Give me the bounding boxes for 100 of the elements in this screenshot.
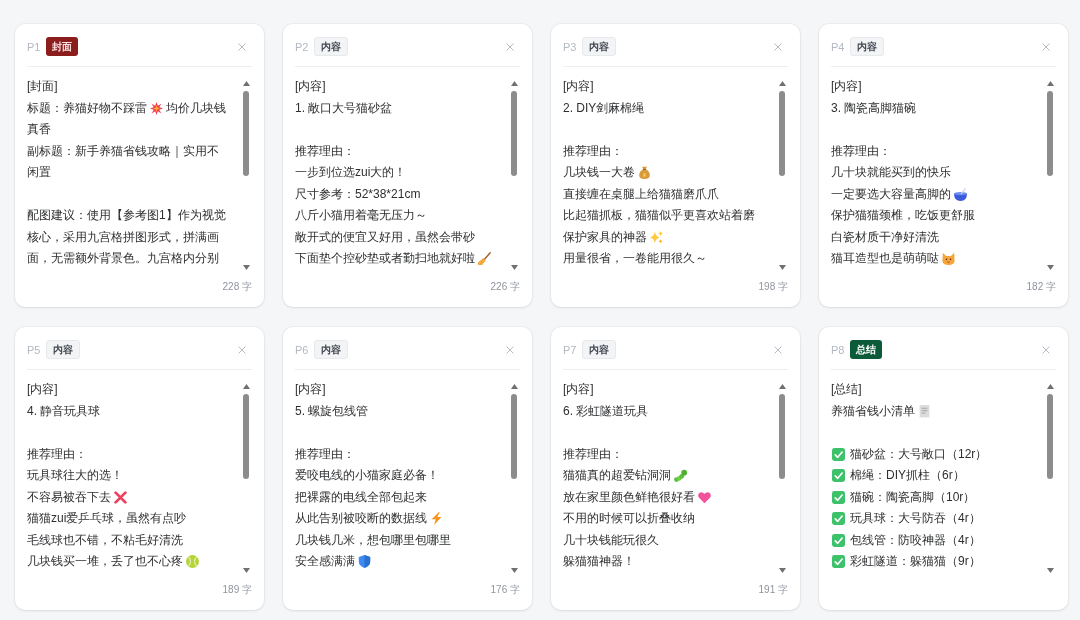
text-line: 从此告别被咬断的数据线	[295, 510, 427, 527]
scroll-down-icon[interactable]	[242, 265, 250, 270]
char-count: 198 字	[758, 280, 788, 294]
text-line: 保护猫猫颈椎，吃饭更舒服	[831, 207, 975, 224]
text-line: 4. 静音玩具球	[27, 402, 101, 420]
scrollbar-thumb[interactable]	[243, 91, 249, 176]
check-mark-icon	[832, 512, 845, 526]
text-line: [内容]	[563, 78, 594, 95]
scroll-down-icon[interactable]	[242, 568, 250, 573]
scroll-up-icon[interactable]	[778, 384, 786, 389]
caterpillar-icon	[674, 469, 687, 483]
char-count: 226 字	[490, 280, 520, 294]
check-mark-icon	[832, 469, 845, 483]
scroll-up-icon[interactable]	[242, 81, 250, 86]
text-line: 一定要选大容量高脚的	[831, 185, 951, 203]
type-tag: 内容	[314, 340, 349, 359]
text-line: [内容]	[295, 78, 326, 95]
text-line: 敞开式的便宜又好用，虽然会带砂	[295, 228, 475, 246]
text-line: [内容]	[831, 78, 862, 95]
text-line: 养猫省钱小清单	[831, 402, 915, 420]
burst-icon	[150, 101, 163, 115]
tennis-ball-icon	[186, 555, 199, 569]
text-line: 猫猫zui爱乒乓球，虽然有点吵	[27, 510, 187, 527]
scrollbar-thumb[interactable]	[511, 394, 517, 479]
bowl-icon	[954, 187, 967, 201]
page-number: P7	[563, 342, 577, 357]
text-line: 一步到位选zui大的！	[295, 164, 407, 181]
text-line: 白瓷材质干净好清洗	[831, 228, 939, 246]
checklist-item: 玩具球：大号防吞（4r）	[850, 510, 981, 527]
text-line: 保护家具的神器	[563, 228, 647, 246]
type-tag: 内容	[314, 37, 349, 56]
checklist-item: 猫砂盆：大号敞口（12r）	[850, 445, 988, 463]
checklist-item: 棉绳：DIY抓柱（6r）	[850, 467, 965, 484]
text-line: 标题：养猫好物不踩雷	[27, 99, 147, 117]
text-line: 玩具球往大的选！	[27, 467, 123, 484]
text-line: 推荐理由：	[27, 445, 87, 463]
scroll-up-icon[interactable]	[242, 384, 250, 389]
text-line: 比起猫抓板，猫猫似乎更喜欢站着磨	[563, 207, 755, 224]
scrollbar-thumb[interactable]	[779, 394, 785, 479]
scrollbar-thumb[interactable]	[511, 91, 517, 176]
type-tag: 内容	[46, 340, 81, 359]
char-count: 191 字	[758, 583, 788, 597]
text-line: 不容易被吞下去	[27, 488, 111, 506]
text-line: 毛线球也不错，不粘毛好清洗	[27, 531, 183, 549]
text-line: 面，无需额外背景色。九宫格内分别	[27, 250, 219, 267]
page-number: P2	[295, 39, 309, 54]
scroll-up-icon[interactable]	[510, 81, 518, 86]
shield-icon	[358, 555, 371, 569]
text-line: 均价几块钱	[166, 99, 226, 117]
scroll-up-icon[interactable]	[778, 81, 786, 86]
scroll-up-icon[interactable]	[510, 384, 518, 389]
char-count: 189 字	[222, 583, 252, 597]
checklist-item: 包线管：防咬神器（4r）	[850, 531, 981, 549]
scroll-down-icon[interactable]	[778, 265, 786, 270]
text-line: 几十块钱能玩很久	[563, 531, 659, 549]
text-line: [总结]	[831, 381, 862, 398]
scrollbar-thumb[interactable]	[779, 91, 785, 176]
page-number: P8	[831, 342, 845, 357]
char-count: 176 字	[490, 583, 520, 597]
scroll-up-icon[interactable]	[1046, 384, 1054, 389]
scrollbar-thumb[interactable]	[1047, 91, 1053, 176]
cat-face-icon	[942, 252, 955, 266]
text-line: 1. 敞口大号猫砂盆	[295, 99, 393, 117]
text-line: 把裸露的电线全部包起来	[295, 488, 427, 506]
checklist-item: 猫碗：陶瓷高脚（10r）	[850, 488, 976, 506]
text-line: 猫耳造型也是萌萌哒	[831, 250, 939, 267]
text-line: [内容]	[27, 381, 58, 398]
type-tag: 总结	[850, 340, 883, 359]
scroll-down-icon[interactable]	[1046, 265, 1054, 270]
text-line: 核心，采用九宫格拼图形式，拼满画	[27, 228, 219, 246]
scrollbar-thumb[interactable]	[243, 394, 249, 479]
text-line: 推荐理由：	[295, 142, 355, 160]
text-line: 几块钱一大卷	[563, 164, 635, 181]
scroll-down-icon[interactable]	[510, 265, 518, 270]
page-number: P6	[295, 342, 309, 357]
char-count: 182 字	[1026, 280, 1056, 294]
text-line: 6. 彩虹隧道玩具	[563, 402, 649, 420]
scroll-down-icon[interactable]	[510, 568, 518, 573]
text-line: 5. 螺旋包线管	[295, 402, 369, 420]
page-number: P4	[831, 39, 845, 54]
text-line: [内容]	[563, 381, 594, 398]
scroll-down-icon[interactable]	[1046, 568, 1054, 573]
heart-icon	[698, 490, 711, 504]
scroll-up-icon[interactable]	[1046, 81, 1054, 86]
text-line: 猫猫真的超爱钻洞洞	[563, 467, 671, 484]
type-tag: 内容	[850, 37, 885, 56]
check-mark-icon	[832, 533, 845, 547]
text-line: 几十块就能买到的快乐	[831, 164, 951, 181]
text-line: [内容]	[295, 381, 326, 398]
text-line: 爱咬电线的小猫家庭必备！	[295, 467, 439, 484]
text-line: 几块钱几米，想包哪里包哪里	[295, 531, 451, 549]
text-line: 尺寸参考：52*38*21cm	[295, 185, 421, 203]
check-mark-icon	[832, 447, 845, 461]
text-line: 3. 陶瓷高脚猫碗	[831, 99, 917, 117]
scrollbar-thumb[interactable]	[1047, 394, 1053, 479]
type-tag: 内容	[582, 340, 617, 359]
check-mark-icon	[832, 555, 845, 569]
text-line: 2. DIY剑麻棉绳	[563, 99, 645, 117]
scroll-down-icon[interactable]	[778, 568, 786, 573]
text-line: 推荐理由：	[831, 142, 891, 160]
